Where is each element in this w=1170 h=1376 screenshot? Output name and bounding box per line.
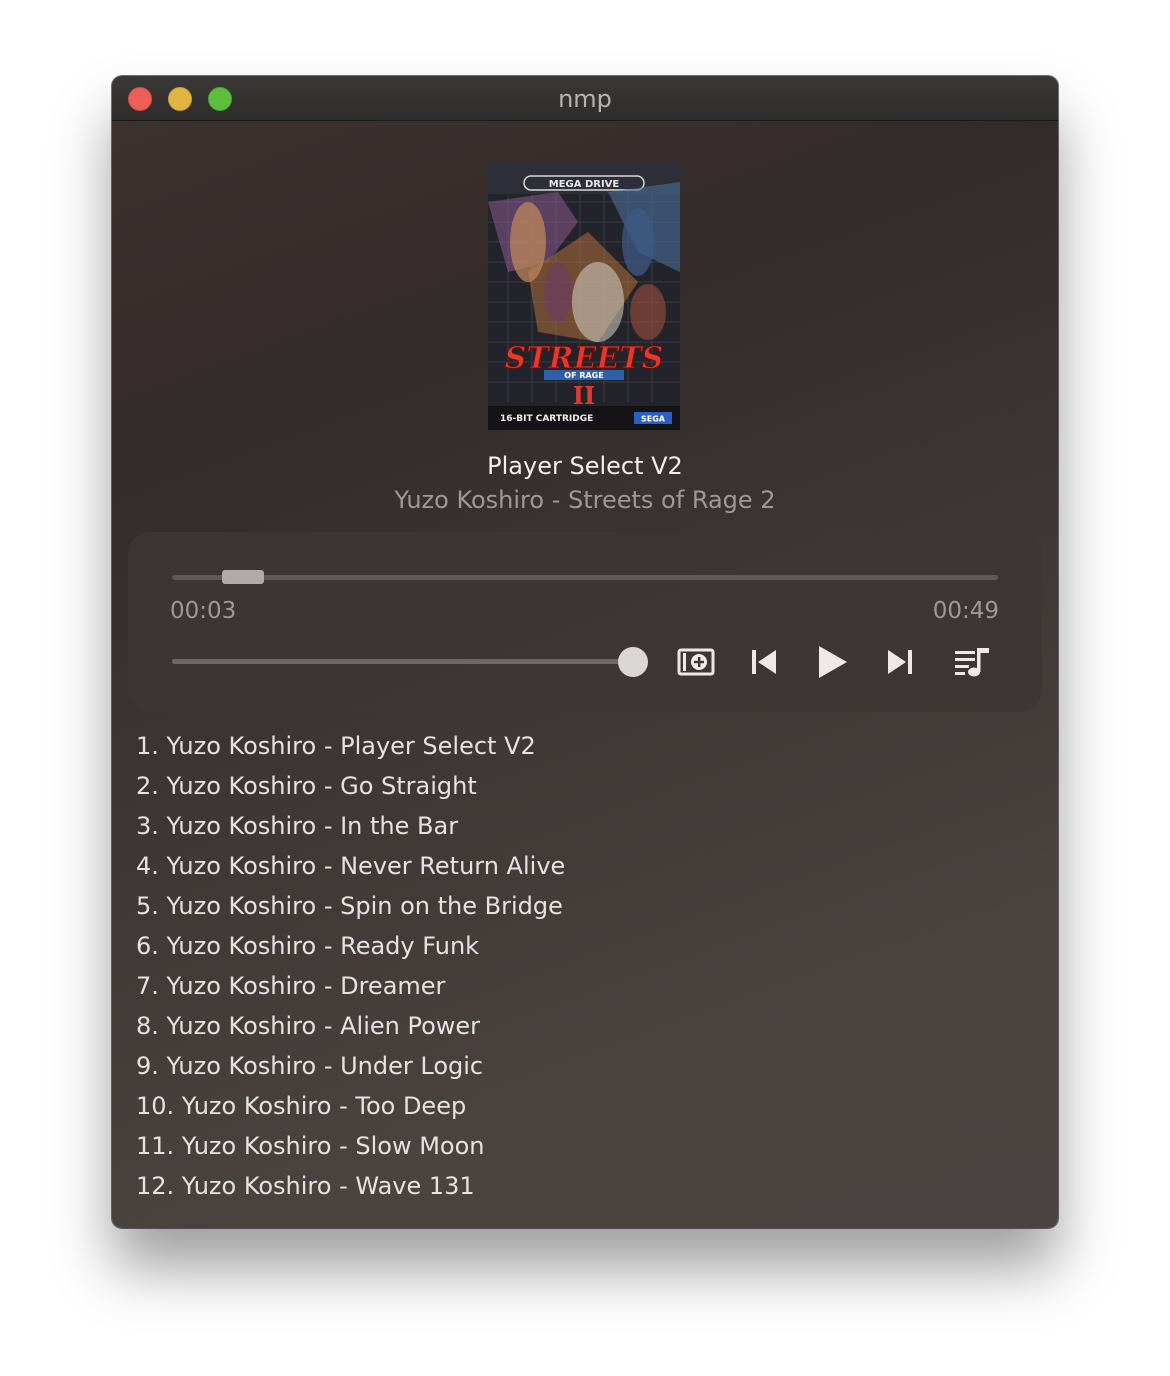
- playlist-item[interactable]: 7. Yuzo Koshiro - Dreamer: [136, 966, 565, 1006]
- previous-button[interactable]: [744, 642, 784, 682]
- cover-publisher-text: SEGA: [641, 415, 666, 424]
- previous-icon: [752, 650, 776, 674]
- playlist-item[interactable]: 11. Yuzo Koshiro - Slow Moon: [136, 1126, 565, 1166]
- playlist-item[interactable]: 10. Yuzo Koshiro - Too Deep: [136, 1086, 565, 1126]
- add-to-playlist-button[interactable]: [676, 642, 716, 682]
- playlist-item[interactable]: 5. Yuzo Koshiro - Spin on the Bridge: [136, 886, 565, 926]
- volume-slider[interactable]: [172, 659, 632, 664]
- now-playing-title: Player Select V2: [487, 452, 683, 480]
- playlist-item[interactable]: 4. Yuzo Koshiro - Never Return Alive: [136, 846, 565, 886]
- seek-thumb[interactable]: [222, 570, 265, 584]
- playlist-item[interactable]: 8. Yuzo Koshiro - Alien Power: [136, 1006, 565, 1046]
- cover-logo-subtitle: OF RAGE: [564, 371, 603, 380]
- playlist-item[interactable]: 3. Yuzo Koshiro - In the Bar: [136, 806, 565, 846]
- now-playing-artist-album: Yuzo Koshiro - Streets of Rage 2: [394, 486, 776, 514]
- cover-brand-text: MEGA DRIVE: [549, 179, 620, 190]
- title-bar[interactable]: nmp: [112, 76, 1058, 121]
- playlist-item[interactable]: 12. Yuzo Koshiro - Wave 131: [136, 1166, 565, 1206]
- play-icon: [819, 646, 847, 678]
- album-cover-art: MEGA DRIVE STREETS OF RAGE II 16-BIT CAR…: [488, 162, 680, 430]
- playlist-toggle-button[interactable]: [952, 642, 992, 682]
- cover-cartridge-text: 16-BIT CARTRIDGE: [500, 414, 593, 424]
- total-duration: 00:49: [932, 598, 999, 624]
- cover-logo-numeral: II: [573, 381, 595, 410]
- player-controls-panel: 00:03 00:49: [128, 532, 1042, 712]
- add-to-playlist-icon: [677, 648, 715, 676]
- playlist-item[interactable]: 6. Yuzo Koshiro - Ready Funk: [136, 926, 565, 966]
- album-cover: MEGA DRIVE STREETS OF RAGE II 16-BIT CAR…: [488, 162, 680, 430]
- volume-thumb[interactable]: [618, 647, 648, 677]
- play-button[interactable]: [812, 642, 852, 682]
- playlist-icon: [955, 648, 989, 677]
- app-window: nmp MEGA DRIVE STREETS OF RAGE II 16-BIT…: [112, 76, 1058, 1228]
- playlist-item[interactable]: 1. Yuzo Koshiro - Player Select V2: [136, 726, 565, 766]
- window-title: nmp: [558, 85, 612, 113]
- seek-bar[interactable]: [172, 575, 998, 580]
- next-button[interactable]: [880, 642, 920, 682]
- next-icon: [888, 650, 912, 674]
- playlist-item[interactable]: 9. Yuzo Koshiro - Under Logic: [136, 1046, 565, 1086]
- playlist-item[interactable]: 2. Yuzo Koshiro - Go Straight: [136, 766, 565, 806]
- elapsed-time: 00:03: [170, 598, 237, 624]
- playlist: 1. Yuzo Koshiro - Player Select V2 2. Yuz…: [136, 726, 565, 1206]
